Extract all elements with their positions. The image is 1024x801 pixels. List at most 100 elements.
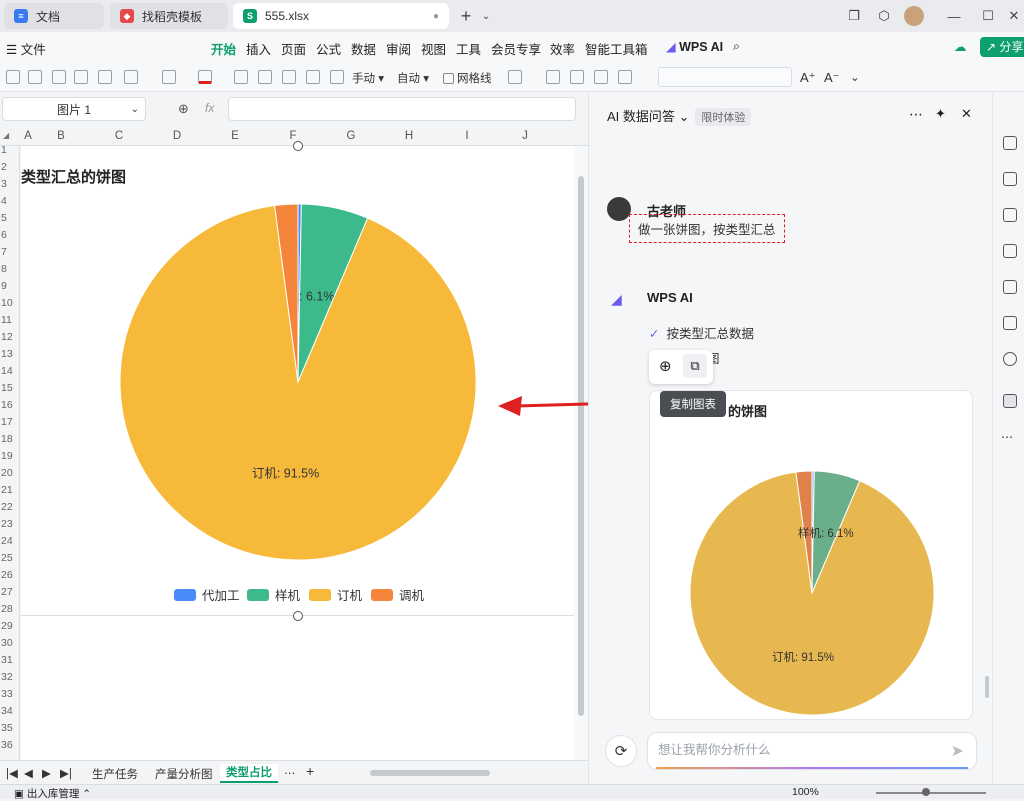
tools-icon[interactable]: [1003, 280, 1017, 294]
column-b[interactable]: B: [51, 130, 71, 142]
zoom-search-icon[interactable]: ⊕: [178, 101, 189, 117]
menu-home[interactable]: 开始: [211, 39, 237, 64]
column-g[interactable]: G: [341, 130, 361, 142]
properties-icon[interactable]: [1003, 172, 1017, 186]
row-number[interactable]: 23: [0, 518, 20, 530]
row-number[interactable]: 5: [0, 212, 20, 224]
decrease-font-icon[interactable]: A⁻: [824, 70, 840, 86]
cloud-sync-icon[interactable]: ☁: [954, 39, 967, 54]
row-number[interactable]: 1: [0, 144, 20, 156]
formula-input[interactable]: [228, 97, 576, 121]
merge-icon[interactable]: [282, 70, 296, 84]
main-pie-chart[interactable]: 样机: 6.1%订机: 91.5%: [120, 204, 480, 564]
next-sheet-icon[interactable]: ▶: [42, 766, 51, 780]
insert-chart-icon[interactable]: ⊕: [659, 357, 672, 375]
legend-item-1[interactable]: 样机: [247, 585, 300, 604]
panel-close-icon[interactable]: ✕: [961, 106, 972, 122]
sheet-tab-tasks[interactable]: 生产任务: [92, 766, 138, 782]
column-e[interactable]: E: [225, 130, 245, 142]
ai-chart-card[interactable]: 的饼图 样机: 6.1% 订机: 91.5%: [649, 390, 973, 720]
wps-ai-menu[interactable]: ◢ WPS AI: [666, 39, 723, 54]
new-chat-button[interactable]: ⟳: [605, 735, 637, 767]
row-number[interactable]: 34: [0, 705, 20, 717]
pin-icon[interactable]: ✦: [935, 106, 946, 122]
sheet-tab-analysis[interactable]: 产量分析图: [155, 766, 213, 782]
legend-item-2[interactable]: 订机: [309, 585, 362, 604]
align-center-icon[interactable]: [570, 70, 584, 84]
select-all-icon[interactable]: ◢: [3, 131, 9, 140]
help-icon[interactable]: [1003, 352, 1017, 366]
column-c[interactable]: C: [109, 130, 129, 142]
name-box[interactable]: 图片 1 ⌄: [2, 97, 146, 121]
row-number[interactable]: 15: [0, 382, 20, 394]
increase-font-icon[interactable]: A⁺: [800, 70, 816, 86]
row-number[interactable]: 4: [0, 195, 20, 207]
font-size-select[interactable]: [658, 67, 792, 87]
legend-item-0[interactable]: 代加工: [174, 585, 240, 604]
filter-icon[interactable]: [52, 70, 66, 84]
copy-chart-icon[interactable]: ⧉: [683, 354, 707, 378]
last-sheet-icon[interactable]: ▶|: [60, 766, 72, 780]
row-number[interactable]: 18: [0, 433, 20, 445]
zoom-slider[interactable]: [876, 792, 986, 794]
menu-formula[interactable]: 公式: [316, 39, 341, 58]
row-number[interactable]: 13: [0, 348, 20, 360]
row-number[interactable]: 33: [0, 688, 20, 700]
column-h[interactable]: H: [399, 130, 419, 142]
fx-icon[interactable]: fx: [205, 101, 214, 115]
tab-docs[interactable]: ≡ 文档: [4, 3, 104, 29]
search-icon[interactable]: ⌕: [733, 39, 740, 54]
unsaved-dot-icon[interactable]: ●: [433, 11, 439, 22]
add-sheet-button[interactable]: +: [306, 763, 314, 779]
border-icon[interactable]: [124, 70, 138, 84]
more-sheets-icon[interactable]: ⋯: [284, 766, 296, 780]
zoom-slider-knob[interactable]: [922, 788, 930, 796]
row-number[interactable]: 8: [0, 263, 20, 275]
cube-icon[interactable]: ⬡: [874, 6, 894, 26]
menu-page[interactable]: 页面: [281, 39, 306, 58]
row-number[interactable]: 14: [0, 365, 20, 377]
paste-icon[interactable]: [28, 70, 42, 84]
more-options-icon[interactable]: ⋯: [909, 106, 923, 123]
row-number[interactable]: 29: [0, 620, 20, 632]
font-color-icon[interactable]: [198, 70, 212, 84]
row-number[interactable]: 9: [0, 280, 20, 292]
manual-calc-dropdown[interactable]: 手动 ▾: [352, 70, 384, 86]
row-number[interactable]: 27: [0, 586, 20, 598]
ai-input-box[interactable]: ➤: [647, 732, 977, 770]
row-number[interactable]: 26: [0, 569, 20, 581]
minimize-icon[interactable]: —: [944, 6, 964, 26]
zoom-level[interactable]: 100%: [792, 786, 819, 798]
menu-view[interactable]: 视图: [421, 39, 446, 58]
row-number[interactable]: 21: [0, 484, 20, 496]
panel-scroll-thumb[interactable]: [985, 676, 989, 698]
resize-handle-bottom[interactable]: [293, 611, 303, 621]
column-i[interactable]: I: [457, 130, 477, 142]
comment-icon[interactable]: [1003, 208, 1017, 222]
window-restore-icon[interactable]: ❐: [844, 6, 864, 26]
row-number[interactable]: 10: [0, 297, 20, 309]
rail-more-icon[interactable]: ⋯: [1001, 430, 1013, 444]
user-avatar[interactable]: [904, 6, 924, 26]
menu-efficiency[interactable]: 效率: [550, 39, 575, 58]
row-number[interactable]: 19: [0, 450, 20, 462]
tab-workbook[interactable]: S 555.xlsx ●: [233, 3, 449, 29]
menu-review[interactable]: 审阅: [386, 39, 411, 58]
tab-list-chevron-icon[interactable]: ⌄: [476, 6, 496, 26]
file-menu[interactable]: ☰ 文件: [6, 39, 46, 58]
menu-insert[interactable]: 插入: [246, 39, 271, 58]
ai-data-panel-icon[interactable]: [1003, 394, 1017, 408]
column-j[interactable]: J: [515, 130, 535, 142]
wrap-icon[interactable]: [258, 70, 272, 84]
row-number[interactable]: 7: [0, 246, 20, 258]
card-pie-chart[interactable]: [690, 471, 936, 717]
fill-icon[interactable]: [98, 70, 112, 84]
row-number[interactable]: 24: [0, 535, 20, 547]
chart-tool-icon[interactable]: [1003, 244, 1017, 258]
ai-panel-title[interactable]: AI 数据问答 ⌄ 限时体验: [607, 106, 752, 126]
align-justify-icon[interactable]: [618, 70, 632, 84]
row-number[interactable]: 2: [0, 161, 20, 173]
row-number[interactable]: 20: [0, 467, 20, 479]
row-number[interactable]: 11: [0, 314, 20, 326]
sort-icon[interactable]: [74, 70, 88, 84]
